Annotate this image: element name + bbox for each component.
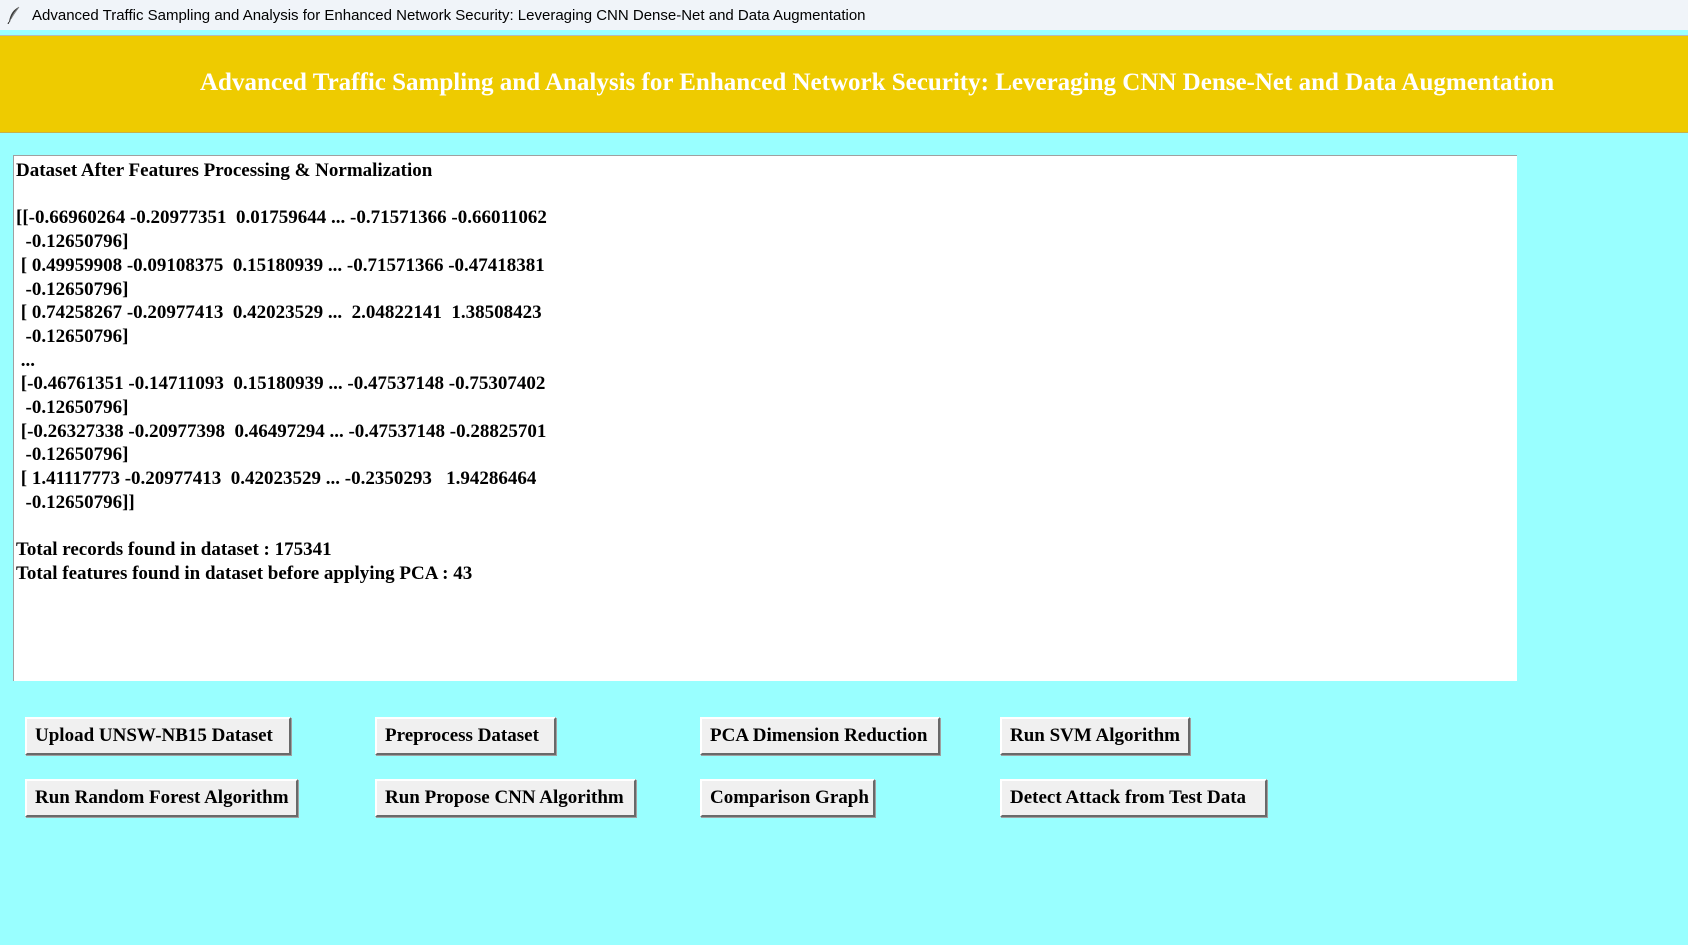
output-line: -0.12650796]: [16, 231, 129, 253]
output-line: [-0.46761351 -0.14711093 0.15180939 ... …: [16, 373, 546, 395]
window-titlebar: Advanced Traffic Sampling and Analysis f…: [0, 0, 1688, 30]
run-cnn-button[interactable]: Run Propose CNN Algorithm: [375, 779, 636, 817]
output-line: -0.12650796]: [16, 397, 129, 419]
header-banner: Advanced Traffic Sampling and Analysis f…: [0, 35, 1688, 133]
output-line: -0.12650796]: [16, 444, 129, 466]
output-line: Dataset After Features Processing & Norm…: [16, 160, 433, 181]
output-line: [-0.26327338 -0.20977398 0.46497294 ... …: [16, 420, 547, 442]
output-line: ...: [16, 349, 35, 371]
page-title: Advanced Traffic Sampling and Analysis f…: [200, 69, 1555, 96]
upload-dataset-button[interactable]: Upload UNSW-NB15 Dataset: [25, 717, 291, 755]
output-line: [[-0.66960264 -0.20977351 0.01759644 ...…: [16, 207, 547, 229]
output-line: -0.12650796]]: [16, 491, 135, 513]
output-line: [ 1.41117773 -0.20977413 0.42023529 ... …: [16, 468, 537, 490]
output-line: Total features found in dataset before a…: [16, 562, 473, 584]
comparison-graph-button[interactable]: Comparison Graph: [700, 779, 875, 817]
window-title: Advanced Traffic Sampling and Analysis f…: [32, 6, 866, 24]
feather-icon: [6, 6, 22, 25]
output-text-area[interactable]: Dataset After Features Processing & Norm…: [13, 155, 1517, 681]
output-line: -0.12650796]: [16, 278, 129, 300]
pca-reduction-button[interactable]: PCA Dimension Reduction: [700, 717, 940, 755]
run-svm-button[interactable]: Run SVM Algorithm: [1000, 717, 1190, 755]
run-random-forest-button[interactable]: Run Random Forest Algorithm: [25, 779, 298, 817]
output-line: [ 0.49959908 -0.09108375 0.15180939 ... …: [16, 254, 545, 276]
preprocess-dataset-button[interactable]: Preprocess Dataset: [375, 717, 556, 755]
output-line: Total records found in dataset : 175341: [16, 539, 332, 561]
output-line: [ 0.74258267 -0.20977413 0.42023529 ... …: [16, 302, 542, 324]
output-line: -0.12650796]: [16, 325, 129, 347]
detect-attack-button[interactable]: Detect Attack from Test Data: [1000, 779, 1267, 817]
